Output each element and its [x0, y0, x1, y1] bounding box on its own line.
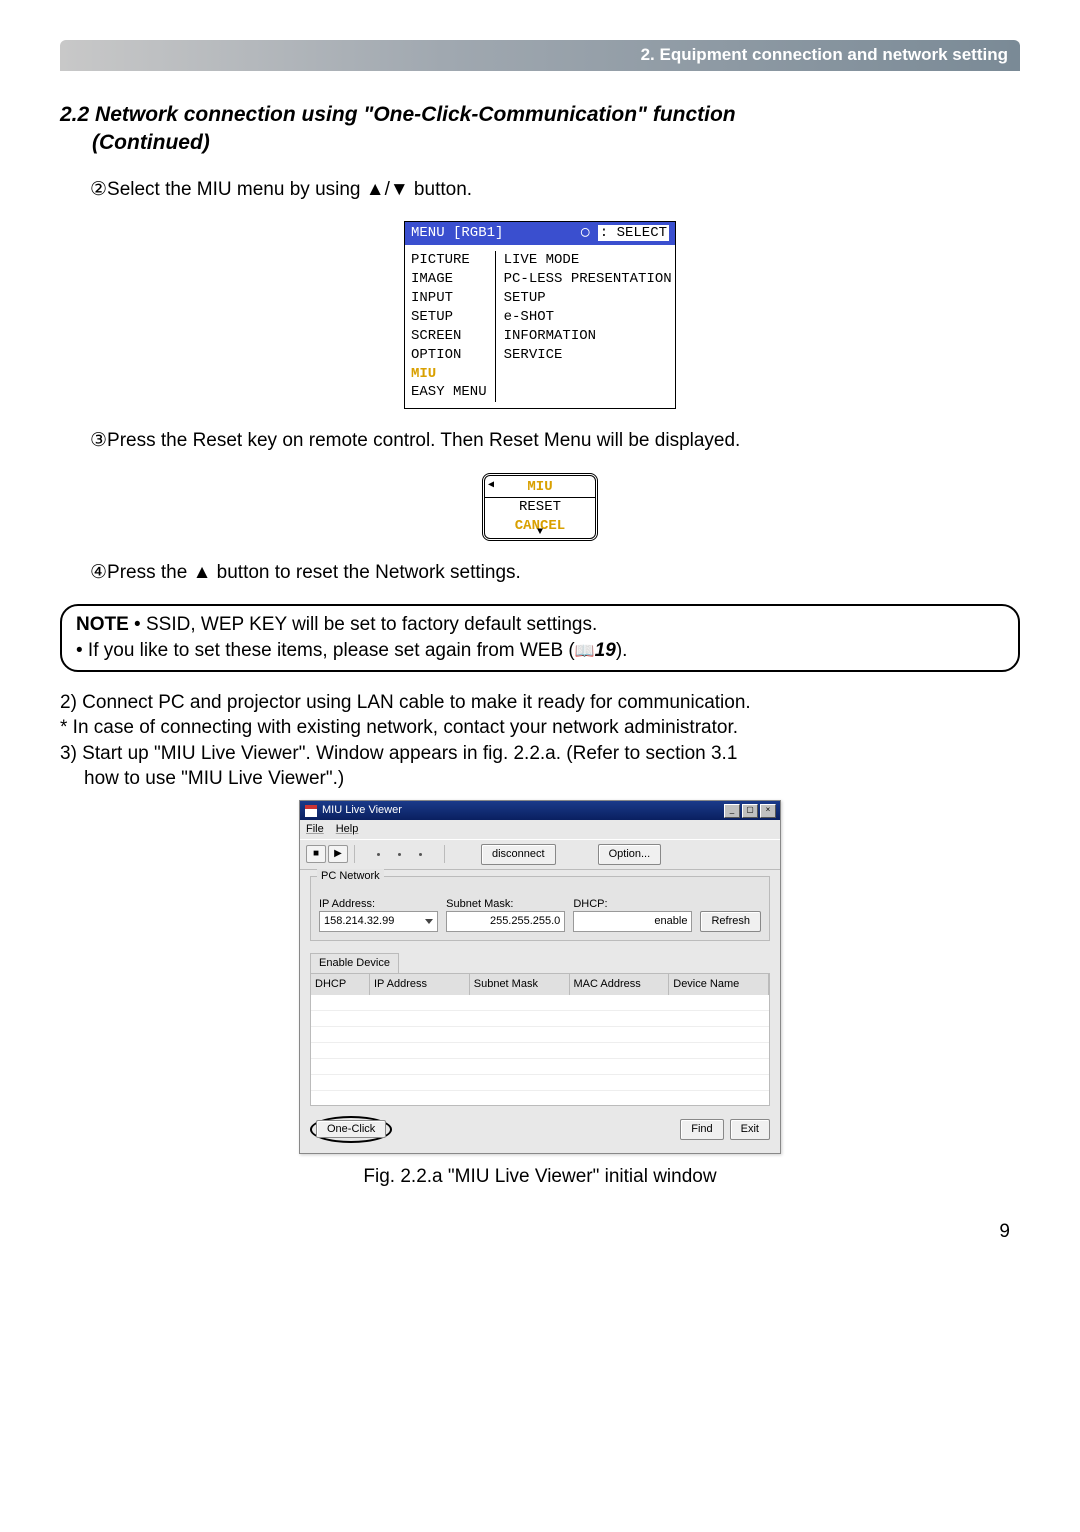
toolbar-separator-2 [444, 845, 445, 863]
joystick-icon: ◯ [581, 225, 589, 241]
subnet-value: 255.255.255.0 [490, 914, 560, 929]
note-line2b: ). [616, 640, 628, 661]
osd-item-input: INPUT [411, 289, 487, 308]
ip-select[interactable]: 158.214.32.99 [319, 911, 438, 932]
enable-device-tab[interactable]: Enable Device [310, 953, 399, 973]
ip-value: 158.214.32.99 [324, 914, 394, 929]
osd-menu: MENU [RGB1] ◯ : SELECT PICTURE IMAGE INP… [404, 221, 676, 409]
col-device[interactable]: Device Name [669, 974, 769, 995]
osd-item-image: IMAGE [411, 270, 487, 289]
one-click-highlight: One-Click [310, 1116, 392, 1143]
col-ip[interactable]: IP Address [370, 974, 470, 995]
paragraph-2: 2) Connect PC and projector using LAN ca… [60, 690, 1020, 716]
subnet-value-box: 255.255.255.0 [446, 911, 565, 932]
grid-header: DHCP IP Address Subnet Mask MAC Address … [311, 974, 769, 995]
note-label: NOTE [76, 614, 129, 635]
osd-item-miu: MIU [411, 365, 487, 384]
toolbar-dots [377, 853, 422, 856]
one-click-button[interactable]: One-Click [316, 1120, 386, 1138]
col-dhcp[interactable]: DHCP [311, 974, 370, 995]
play-button[interactable]: ▶ [328, 845, 348, 863]
pc-network-legend: PC Network [317, 869, 384, 884]
osd-menu-title-right: ◯ : SELECT [581, 224, 669, 243]
osd-item-screen: SCREEN [411, 327, 487, 346]
osd-sub-pcless: PC-LESS PRESENTATION [504, 270, 672, 289]
menu-help[interactable]: Help [336, 822, 359, 837]
paragraph-2-star: * In case of connecting with existing ne… [60, 715, 1020, 741]
section-title: 2.2 Network connection using "One-Click-… [60, 101, 1020, 158]
ip-label: IP Address: [319, 897, 438, 912]
window-title: MIU Live Viewer [322, 803, 402, 818]
dhcp-value: enable [654, 914, 687, 929]
osd-menu-left-col: PICTURE IMAGE INPUT SETUP SCREEN OPTION … [411, 251, 496, 402]
menubar: File Help [300, 820, 780, 840]
arrow-left-icon: ◀ [488, 479, 494, 493]
paragraph-3b: how to use "MIU Live Viewer".) [84, 766, 1020, 792]
osd-sub-livemode: LIVE MODE [504, 251, 672, 270]
exit-button[interactable]: Exit [730, 1119, 770, 1140]
reset-menu-reset: RESET [485, 498, 595, 517]
toolbar: ■ ▶ disconnect Option... [300, 840, 780, 870]
reset-menu: ◀ MIU RESET CANCEL ▼ [482, 473, 598, 541]
step-2-text: ②Select the MIU menu by using ▲/▼ button… [90, 177, 1020, 203]
osd-item-option: OPTION [411, 346, 487, 365]
option-button[interactable]: Option... [598, 844, 662, 865]
col-subnet[interactable]: Subnet Mask [470, 974, 570, 995]
osd-sub-info: INFORMATION [504, 327, 672, 346]
osd-menu-title-left: MENU [RGB1] [411, 224, 503, 243]
section-title-line2: (Continued) [92, 129, 1020, 157]
chevron-down-icon [425, 919, 433, 924]
osd-item-picture: PICTURE [411, 251, 487, 270]
page-number: 9 [60, 1219, 1020, 1245]
osd-sub-service: SERVICE [504, 346, 672, 365]
note-ref: 19 [595, 640, 616, 661]
find-button[interactable]: Find [680, 1119, 723, 1140]
close-button[interactable]: × [760, 804, 776, 818]
step-3-text: ③Press the Reset key on remote control. … [90, 428, 1020, 454]
toolbar-separator [354, 845, 355, 863]
note-line1: • SSID, WEP KEY will be set to factory d… [129, 614, 598, 635]
minimize-button[interactable]: _ [724, 804, 740, 818]
dhcp-label: DHCP: [573, 897, 692, 912]
subnet-label: Subnet Mask: [446, 897, 565, 912]
step-4-text: ④Press the ▲ button to reset the Network… [90, 560, 1020, 586]
osd-sub-eshot: e-SHOT [504, 308, 672, 327]
maximize-button[interactable]: ▢ [742, 804, 758, 818]
page-header: 2. Equipment connection and network sett… [60, 40, 1020, 71]
refresh-button[interactable]: Refresh [700, 911, 761, 932]
col-mac[interactable]: MAC Address [570, 974, 670, 995]
paragraph-3a: 3) Start up "MIU Live Viewer". Window ap… [60, 741, 1020, 767]
miu-live-viewer-window: MIU Live Viewer _ ▢ × File Help ■ ▶ disc… [299, 800, 781, 1154]
reset-menu-miu: MIU [485, 478, 595, 498]
stop-button[interactable]: ■ [306, 845, 326, 863]
grid-body[interactable] [311, 995, 769, 1105]
book-icon: 📖 [575, 643, 595, 660]
osd-sub-setup: SETUP [504, 289, 672, 308]
menu-file[interactable]: File [306, 822, 324, 837]
osd-menu-title: MENU [RGB1] ◯ : SELECT [405, 222, 675, 245]
osd-item-easymenu: EASY MENU [411, 383, 487, 402]
bottom-bar: One-Click Find Exit [300, 1110, 780, 1153]
disconnect-button[interactable]: disconnect [481, 844, 556, 865]
app-icon [304, 804, 318, 818]
note-box: NOTE • SSID, WEP KEY will be set to fact… [60, 604, 1020, 671]
dhcp-value-box: enable [573, 911, 692, 932]
osd-menu-right-col: LIVE MODE PC-LESS PRESENTATION SETUP e-S… [504, 251, 672, 402]
osd-item-setup: SETUP [411, 308, 487, 327]
figure-caption: Fig. 2.2.a "MIU Live Viewer" initial win… [60, 1164, 1020, 1190]
section-title-line1: 2.2 Network connection using "One-Click-… [60, 103, 736, 126]
pc-network-panel: PC Network IP Address: 158.214.32.99 Sub… [310, 876, 770, 942]
device-grid: DHCP IP Address Subnet Mask MAC Address … [310, 973, 770, 1106]
arrow-down-icon: ▼ [537, 526, 543, 540]
note-line2a: • If you like to set these items, please… [76, 640, 575, 661]
titlebar: MIU Live Viewer _ ▢ × [300, 801, 780, 820]
